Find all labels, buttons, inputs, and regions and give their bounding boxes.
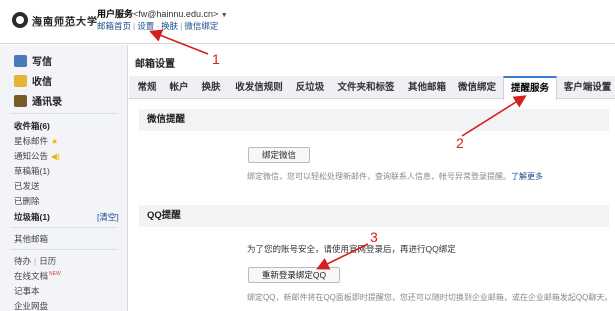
top-header: 海南师范大学 HAINAN NORMAL UNIVERSITY 用户服务<fw@… [0, 0, 615, 44]
tab-reminder-service[interactable]: 提醒服务 [503, 76, 557, 100]
clear-junk-link[interactable]: [清空] [97, 211, 119, 223]
folder-inbox[interactable]: 收件箱(6) [14, 120, 50, 132]
learn-more-link[interactable]: 了解更多 [511, 172, 543, 181]
qq-description: 绑定QQ，新邮件将在QQ面板即时提醒您，您还可以随时切换到企业邮箱，或在企业邮箱… [247, 293, 613, 302]
settings-main: 邮箱设置 常规 帐户 换肤 收发信规则 反垃圾 文件夹和标签 其他邮箱 微信绑定… [129, 45, 615, 311]
relogin-bind-qq-button[interactable]: 重新登录绑定QQ [248, 267, 340, 283]
wechat-desc-text: 绑定微信，您可以轻松处理新邮件，查询联系人信息，帐号异常登录提醒。 [247, 172, 511, 181]
university-seal-icon [12, 12, 28, 28]
notes-link[interactable]: 记事本 [14, 285, 40, 297]
qq-section-heading: QQ提醒 [139, 205, 609, 227]
link-wechat-bind[interactable]: 微信绑定 [184, 21, 218, 31]
tab-other-mailbox[interactable]: 其他邮箱 [404, 76, 450, 99]
tab-mail-rules[interactable]: 收发信规则 [230, 76, 288, 99]
user-email: <fw@hainnu.edu.cn> [133, 9, 219, 19]
university-logo[interactable]: 海南师范大学 HAINAN NORMAL UNIVERSITY [12, 11, 97, 29]
user-name: 用户服务 [97, 9, 134, 19]
contacts-icon [14, 95, 27, 107]
qq-security-notice: 为了您的账号安全，请使用官网登录后，再进行QQ绑定 [247, 244, 456, 254]
link-mail-home[interactable]: 邮箱首页 [97, 21, 131, 31]
new-badge: NEW [49, 271, 61, 277]
chevron-down-icon[interactable]: ▼ [221, 12, 228, 19]
folder-notice-label: 通知公告 [14, 151, 49, 161]
folder-sent[interactable]: 已发送 [14, 180, 40, 192]
compose-icon [14, 55, 27, 67]
bind-wechat-button[interactable]: 绑定微信 [248, 147, 310, 163]
tab-client-settings[interactable]: 客户端设置 [560, 76, 615, 99]
sidebar: 写信 收信 通讯录 收件箱(6) 星标邮件 ★ 通知公告 ◀) 草稿箱(1) 已发送… [0, 45, 128, 311]
sidebar-divider [10, 113, 118, 114]
user-info[interactable]: 用户服务<fw@hainnu.edu.cn> ▼ [97, 7, 228, 20]
folder-junk[interactable]: 垃圾箱(1) [14, 211, 50, 223]
netdisk-link[interactable]: 企业网盘 [14, 300, 48, 311]
settings-tabs: 常规 帐户 换肤 收发信规则 反垃圾 文件夹和标签 其他邮箱 微信绑定 提醒服务… [129, 76, 615, 100]
tab-wechat-bind[interactable]: 微信绑定 [454, 76, 500, 99]
annotation-number-1: 1 [212, 51, 220, 67]
page-title: 邮箱设置 [135, 59, 175, 70]
folder-deleted[interactable]: 已删除 [14, 195, 40, 207]
inbox-icon [14, 75, 27, 87]
contacts-label: 通讯录 [32, 97, 62, 108]
contacts-button[interactable]: 通讯录 [14, 93, 62, 109]
tools-separator: | [34, 256, 37, 266]
calendar-link[interactable]: 日历 [39, 256, 56, 266]
folder-notice[interactable]: 通知公告 ◀) [14, 150, 60, 162]
wechat-description: 绑定微信，您可以轻松处理新邮件，查询联系人信息，帐号异常登录提醒。了解更多 [247, 171, 543, 182]
tools-row: 待办 | 日历 [14, 255, 56, 267]
annotation-number-3: 3 [370, 229, 378, 245]
compose-button[interactable]: 写信 [14, 53, 52, 69]
inbox-button[interactable]: 收信 [14, 73, 52, 89]
link-settings[interactable]: 设置 [137, 21, 154, 31]
folder-other-mailbox[interactable]: 其他邮箱 [14, 233, 48, 245]
annotation-number-2: 2 [456, 135, 464, 151]
folder-starred-label: 星标邮件 [14, 136, 49, 146]
sidebar-divider [10, 227, 118, 228]
tab-anti-spam[interactable]: 反垃圾 [292, 76, 328, 99]
top-links: 邮箱首页 | 设置 - 换肤 | 微信绑定 [97, 20, 218, 32]
link-skin[interactable]: 换肤 [161, 21, 178, 31]
sidebar-divider [10, 249, 118, 250]
tab-account[interactable]: 帐户 [165, 76, 193, 99]
tab-general[interactable]: 常规 [133, 76, 161, 99]
megaphone-icon: ◀) [51, 152, 60, 161]
compose-label: 写信 [32, 57, 52, 68]
tab-skin[interactable]: 换肤 [197, 76, 225, 99]
wechat-section-heading: 微信提醒 [139, 109, 609, 131]
folder-starred[interactable]: 星标邮件 ★ [14, 135, 58, 147]
online-docs-label: 在线文档 [14, 271, 49, 281]
star-icon: ★ [51, 137, 59, 146]
folder-drafts[interactable]: 草稿箱(1) [14, 165, 50, 177]
online-docs-link[interactable]: 在线文档NEW [14, 270, 61, 282]
inbox-label: 收信 [32, 77, 52, 88]
logo-subtext: HAINAN NORMAL UNIVERSITY [32, 24, 76, 28]
todo-link[interactable]: 待办 [14, 256, 31, 266]
tab-folders-labels[interactable]: 文件夹和标签 [332, 76, 400, 99]
